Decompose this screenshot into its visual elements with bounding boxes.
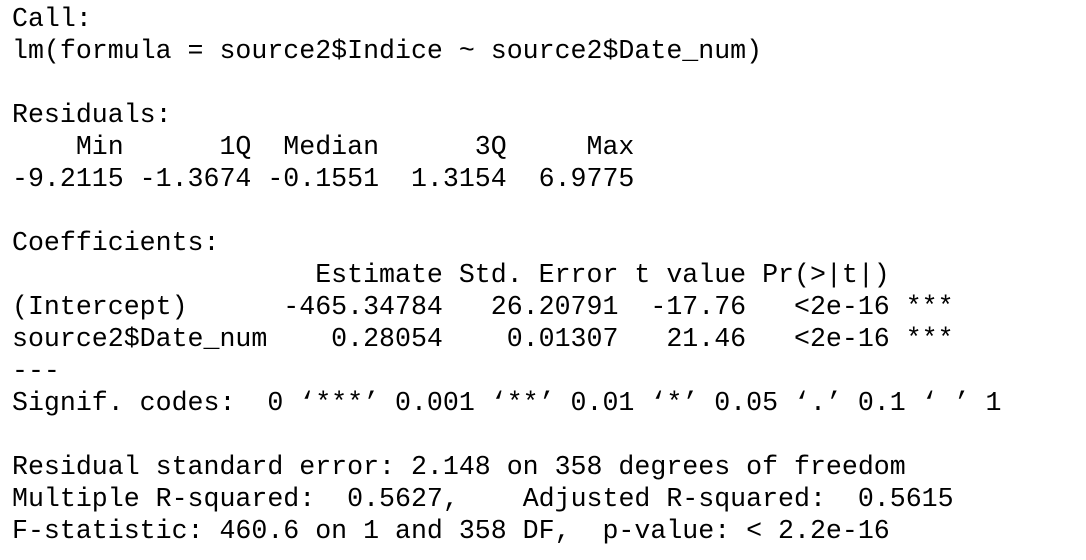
- call-formula: lm(formula = source2$Indice ~ source2$Da…: [12, 36, 763, 66]
- residual-standard-error: Residual standard error: 2.148 on 358 de…: [12, 452, 906, 482]
- residuals-heading: Residuals:: [12, 100, 172, 130]
- signif-codes: Signif. codes: 0 ‘***’ 0.001 ‘**’ 0.01 ‘…: [12, 388, 1002, 418]
- residuals-header-row: Min 1Q Median 3Q Max: [12, 132, 651, 162]
- residuals-values-row: -9.2115 -1.3674 -0.1551 1.3154 6.9775: [12, 164, 651, 194]
- coefficients-header-row: Estimate Std. Error t value Pr(>|t|): [12, 260, 954, 290]
- coefficients-row-intercept: (Intercept) -465.34784 26.20791 -17.76 <…: [12, 292, 954, 322]
- coefficients-row-date-num: source2$Date_num 0.28054 0.01307 21.46 <…: [12, 324, 954, 354]
- separator: ---: [12, 356, 60, 386]
- r-console-output: Call: lm(formula = source2$Indice ~ sour…: [12, 3, 1001, 547]
- f-statistic-line: F-statistic: 460.6 on 1 and 358 DF, p-va…: [12, 516, 890, 546]
- coefficients-heading: Coefficients:: [12, 228, 220, 258]
- r-squared-line: Multiple R-squared: 0.5627, Adjusted R-s…: [12, 484, 970, 514]
- call-heading: Call:: [12, 4, 92, 34]
